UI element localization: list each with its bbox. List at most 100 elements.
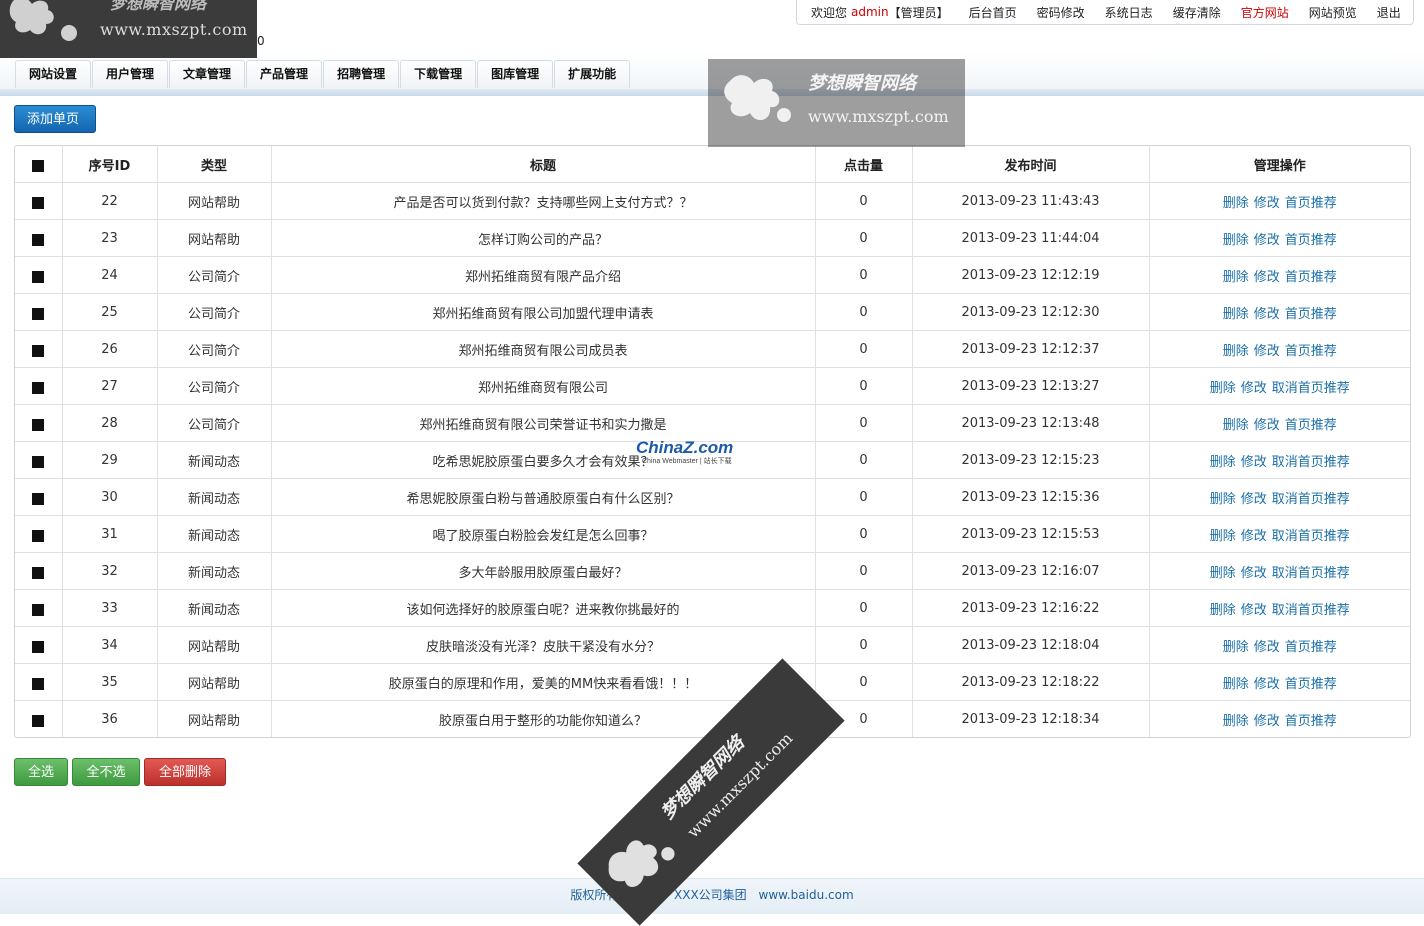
delete-link[interactable]: 删除 <box>1223 714 1249 729</box>
edit-link[interactable]: 修改 <box>1254 418 1280 433</box>
tab-recruit-management[interactable]: 招聘管理 <box>323 60 400 88</box>
row-checkbox[interactable] <box>32 308 45 320</box>
recommend-link[interactable]: 首页推荐 <box>1285 714 1337 729</box>
recommend-link[interactable]: 取消首页推荐 <box>1272 492 1350 507</box>
edit-link[interactable]: 修改 <box>1254 196 1280 211</box>
link-clear-cache[interactable]: 缓存清除 <box>1173 4 1221 21</box>
edit-link[interactable]: 修改 <box>1241 603 1267 618</box>
edit-link[interactable]: 修改 <box>1241 566 1267 581</box>
tab-gallery-management[interactable]: 图库管理 <box>477 60 554 88</box>
link-logout[interactable]: 退出 <box>1377 4 1401 21</box>
row-title: 郑州拓维商贸有限公司加盟代理申请表 <box>271 293 816 331</box>
edit-link[interactable]: 修改 <box>1241 381 1267 396</box>
recommend-link[interactable]: 首页推荐 <box>1285 233 1337 248</box>
recommend-link[interactable]: 取消首页推荐 <box>1272 381 1350 396</box>
main-nav: 网站设置 用户管理 文章管理 产品管理 招聘管理 下载管理 图库管理 扩展功能 <box>15 60 631 89</box>
edit-link[interactable]: 修改 <box>1241 529 1267 544</box>
row-checkbox[interactable] <box>32 419 45 431</box>
row-clicks: 0 <box>815 478 913 516</box>
row-checkbox[interactable] <box>32 456 45 468</box>
row-checkbox[interactable] <box>32 604 45 616</box>
edit-link[interactable]: 修改 <box>1254 344 1280 359</box>
row-checkbox[interactable] <box>32 715 45 727</box>
delete-link[interactable]: 删除 <box>1223 418 1249 433</box>
row-checkbox[interactable] <box>32 345 45 357</box>
edit-link[interactable]: 修改 <box>1241 492 1267 507</box>
select-all-button[interactable]: 全选 <box>14 758 68 786</box>
row-checkbox[interactable] <box>32 271 45 283</box>
delete-link[interactable]: 删除 <box>1210 492 1236 507</box>
row-checkbox[interactable] <box>32 567 45 579</box>
row-select-cell <box>15 182 63 220</box>
delete-link[interactable]: 删除 <box>1210 381 1236 396</box>
row-title: 胶原蛋白的原理和作用，爱美的MM快来看看饿！！！ <box>271 663 816 701</box>
table-row: 27 公司简介 郑州拓维商贸有限公司 0 2013-09-23 12:13:27 删除 修改… <box>15 367 1410 405</box>
row-id: 36 <box>62 700 158 737</box>
row-select-cell <box>15 293 63 331</box>
row-actions: 删除 修改 首页推荐 <box>1149 256 1410 294</box>
watermark-top: 梦想瞬智网络 www.mxszpt.com <box>708 59 965 147</box>
row-checkbox[interactable] <box>32 234 45 246</box>
recommend-link[interactable]: 首页推荐 <box>1285 418 1337 433</box>
row-type: 公司简介 <box>157 367 272 405</box>
row-date: 2013-09-23 12:15:36 <box>912 478 1150 516</box>
recommend-link[interactable]: 首页推荐 <box>1285 270 1337 285</box>
row-checkbox[interactable] <box>32 641 45 653</box>
delete-link[interactable]: 删除 <box>1223 270 1249 285</box>
tab-site-settings[interactable]: 网站设置 <box>15 60 92 88</box>
recommend-link[interactable]: 取消首页推荐 <box>1272 603 1350 618</box>
delete-link[interactable]: 删除 <box>1223 677 1249 692</box>
edit-link[interactable]: 修改 <box>1241 455 1267 470</box>
tab-extensions[interactable]: 扩展功能 <box>554 60 631 88</box>
tab-product-management[interactable]: 产品管理 <box>246 60 323 88</box>
row-checkbox[interactable] <box>32 493 45 505</box>
row-actions: 删除 修改 取消首页推荐 <box>1149 515 1410 553</box>
link-site-preview[interactable]: 网站预览 <box>1309 4 1357 21</box>
edit-link[interactable]: 修改 <box>1254 233 1280 248</box>
row-type: 公司简介 <box>157 293 272 331</box>
link-admin-home[interactable]: 后台首页 <box>969 4 1017 21</box>
edit-link[interactable]: 修改 <box>1254 677 1280 692</box>
recommend-link[interactable]: 首页推荐 <box>1285 640 1337 655</box>
row-checkbox[interactable] <box>32 382 45 394</box>
link-official-site[interactable]: 官方网站 <box>1241 4 1289 21</box>
edit-link[interactable]: 修改 <box>1254 714 1280 729</box>
footer-site-link[interactable]: www.baidu.com <box>759 888 854 902</box>
row-checkbox[interactable] <box>32 197 45 209</box>
row-actions: 删除 修改 取消首页推荐 <box>1149 589 1410 627</box>
select-none-button[interactable]: 全不选 <box>72 758 140 786</box>
delete-link[interactable]: 删除 <box>1223 307 1249 322</box>
delete-all-button[interactable]: 全部删除 <box>144 758 226 786</box>
row-checkbox[interactable] <box>32 530 45 542</box>
tab-article-management[interactable]: 文章管理 <box>169 60 246 88</box>
delete-link[interactable]: 删除 <box>1223 233 1249 248</box>
row-select-cell <box>15 589 63 627</box>
delete-link[interactable]: 删除 <box>1223 640 1249 655</box>
link-change-password[interactable]: 密码修改 <box>1037 4 1085 21</box>
tab-download-management[interactable]: 下载管理 <box>400 60 477 88</box>
delete-link[interactable]: 删除 <box>1210 566 1236 581</box>
recommend-link[interactable]: 首页推荐 <box>1285 344 1337 359</box>
top-links-bar: 欢迎您 admin 【管理员】 后台首页 密码修改 系统日志 缓存清除 官方网站… <box>796 0 1414 25</box>
delete-link[interactable]: 删除 <box>1223 344 1249 359</box>
recommend-link[interactable]: 首页推荐 <box>1285 196 1337 211</box>
delete-link[interactable]: 删除 <box>1223 196 1249 211</box>
tab-user-management[interactable]: 用户管理 <box>92 60 169 88</box>
row-clicks: 0 <box>815 367 913 405</box>
edit-link[interactable]: 修改 <box>1254 270 1280 285</box>
recommend-link[interactable]: 取消首页推荐 <box>1272 455 1350 470</box>
select-all-checkbox[interactable] <box>32 160 45 172</box>
delete-link[interactable]: 删除 <box>1210 455 1236 470</box>
delete-link[interactable]: 删除 <box>1210 529 1236 544</box>
link-system-log[interactable]: 系统日志 <box>1105 4 1153 21</box>
edit-link[interactable]: 修改 <box>1254 307 1280 322</box>
recommend-link[interactable]: 首页推荐 <box>1285 677 1337 692</box>
add-page-button[interactable]: 添加单页 <box>14 105 96 133</box>
recommend-link[interactable]: 取消首页推荐 <box>1272 529 1350 544</box>
delete-link[interactable]: 删除 <box>1210 603 1236 618</box>
edit-link[interactable]: 修改 <box>1254 640 1280 655</box>
recommend-link[interactable]: 首页推荐 <box>1285 307 1337 322</box>
recommend-link[interactable]: 取消首页推荐 <box>1272 566 1350 581</box>
row-checkbox[interactable] <box>32 678 45 690</box>
row-date: 2013-09-23 12:18:34 <box>912 700 1150 737</box>
